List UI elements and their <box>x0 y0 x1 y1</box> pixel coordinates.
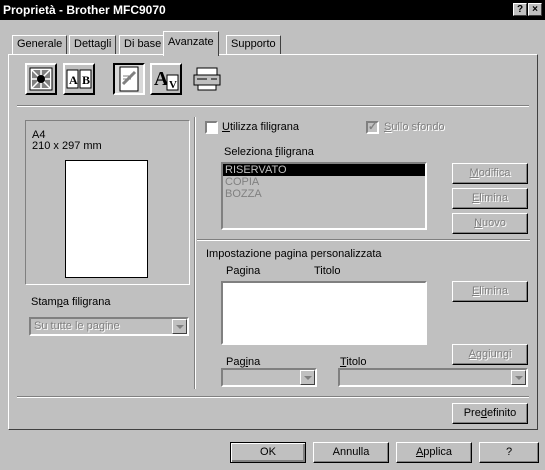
svg-text:B: B <box>82 73 90 87</box>
title-bar: Proprietà - Brother MFC9070 ? × <box>0 0 545 20</box>
page-setting-icon[interactable]: A V <box>150 63 182 95</box>
list-item[interactable]: BOZZA <box>223 188 425 200</box>
tab-supporto[interactable]: Supporto <box>226 35 281 55</box>
tab-dettagli[interactable]: Dettagli <box>69 35 117 55</box>
close-button[interactable]: × <box>528 3 542 16</box>
watermark-icon[interactable] <box>113 63 145 95</box>
chevron-down-icon[interactable] <box>300 370 315 385</box>
svg-text:A: A <box>69 73 78 87</box>
duplex-icon[interactable]: A B <box>63 63 95 95</box>
stampa-filigrana-select[interactable]: Su tutte le pagine <box>29 317 189 336</box>
page-label: Pagina <box>226 356 261 368</box>
paper-size: 210 x 297 mm <box>32 140 102 152</box>
sullo-sfondo-label: Sullo sfondo <box>384 121 445 133</box>
utilizza-filigrana-label: Utilizza filigrana <box>222 121 300 133</box>
chevron-down-icon[interactable] <box>172 319 187 334</box>
applica-button[interactable]: Applica <box>396 442 472 463</box>
bottom-separator <box>17 396 529 398</box>
aggiungi-button[interactable]: Aggiungi <box>452 344 528 365</box>
page-select[interactable] <box>221 368 317 387</box>
icon-separator <box>17 105 529 107</box>
list-item[interactable]: RISERVATO <box>223 164 425 176</box>
help-button[interactable]: ? <box>479 442 539 463</box>
sullo-sfondo-checkbox[interactable] <box>366 120 379 134</box>
seleziona-filigrana-label: Seleziona filigrana <box>224 146 314 158</box>
window-title: Proprietà - Brother MFC9070 <box>3 3 166 17</box>
tab-di-base[interactable]: Di base <box>119 35 167 55</box>
section-separator <box>197 239 530 241</box>
nuovo-button[interactable]: Nuovo <box>452 213 528 234</box>
utilizza-filigrana-checkbox[interactable] <box>205 121 218 134</box>
title-label: Titolo <box>340 356 367 368</box>
col-page-header: Pagina <box>226 265 261 277</box>
watermark-list[interactable]: RISERVATO COPIA BOZZA <box>221 162 427 230</box>
list-item[interactable]: COPIA <box>223 176 425 188</box>
predefinito-button[interactable]: Predefinito <box>452 403 528 424</box>
tab-avanzate[interactable]: Avanzate <box>163 31 219 56</box>
stampa-filigrana-value: Su tutte le pagine <box>34 320 120 332</box>
print-quality-icon[interactable] <box>25 63 57 95</box>
svg-text:V: V <box>169 79 177 91</box>
help-title-button[interactable]: ? <box>513 3 527 16</box>
elimina-button[interactable]: Elimina <box>452 188 528 209</box>
col-title-header: Titolo <box>314 265 341 277</box>
title-select[interactable] <box>338 368 528 387</box>
stampa-filigrana-label: Stampa filigrana <box>31 296 111 308</box>
custom-page-list[interactable] <box>221 281 427 345</box>
chevron-down-icon[interactable] <box>511 370 526 385</box>
custom-page-label: Impostazione pagina personalizzata <box>206 248 382 260</box>
ok-button[interactable]: OK <box>230 442 306 463</box>
custom-elimina-button[interactable]: Elimina <box>452 281 528 302</box>
annulla-button[interactable]: Annulla <box>313 442 389 463</box>
vertical-separator <box>194 117 196 389</box>
device-options-icon[interactable] <box>191 63 223 95</box>
tab-generale[interactable]: Generale <box>12 35 68 55</box>
modifica-button[interactable]: Modifica <box>452 163 528 184</box>
paper-preview <box>65 160 148 278</box>
